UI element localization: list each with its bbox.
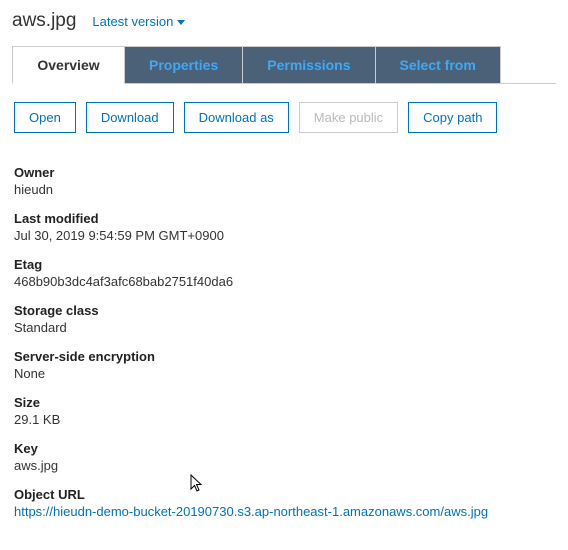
tab-properties[interactable]: Properties: [125, 46, 243, 84]
field-label: Etag: [14, 257, 554, 272]
field-storage-class: Storage class Standard: [14, 303, 554, 335]
object-url-link[interactable]: https://hieudn-demo-bucket-20190730.s3.a…: [14, 504, 554, 519]
file-title: aws.jpg: [12, 10, 76, 32]
field-value: Standard: [14, 320, 554, 335]
field-label: Last modified: [14, 211, 554, 226]
download-as-button[interactable]: Download as: [184, 102, 289, 133]
field-size: Size 29.1 KB: [14, 395, 554, 427]
field-value: hieudn: [14, 182, 554, 197]
overview-details: Owner hieudn Last modified Jul 30, 2019 …: [0, 145, 568, 539]
download-button[interactable]: Download: [86, 102, 174, 133]
action-bar: Open Download Download as Make public Co…: [0, 84, 568, 145]
field-value: aws.jpg: [14, 458, 554, 473]
field-label: Storage class: [14, 303, 554, 318]
version-dropdown[interactable]: Latest version: [92, 14, 185, 29]
field-label: Key: [14, 441, 554, 456]
field-label: Object URL: [14, 487, 554, 502]
tab-overview[interactable]: Overview: [12, 46, 125, 84]
version-label: Latest version: [92, 14, 173, 29]
field-value: 29.1 KB: [14, 412, 554, 427]
copy-path-button[interactable]: Copy path: [408, 102, 497, 133]
field-owner: Owner hieudn: [14, 165, 554, 197]
field-label: Size: [14, 395, 554, 410]
field-key: Key aws.jpg: [14, 441, 554, 473]
make-public-button: Make public: [299, 102, 398, 133]
field-sse: Server-side encryption None: [14, 349, 554, 381]
open-button[interactable]: Open: [14, 102, 76, 133]
field-object-url: Object URL https://hieudn-demo-bucket-20…: [14, 487, 554, 519]
field-last-modified: Last modified Jul 30, 2019 9:54:59 PM GM…: [14, 211, 554, 243]
field-label: Server-side encryption: [14, 349, 554, 364]
tab-select-from[interactable]: Select from: [376, 46, 501, 84]
field-etag: Etag 468b90b3dc4af3afc68bab2751f40da6: [14, 257, 554, 289]
field-value: 468b90b3dc4af3afc68bab2751f40da6: [14, 274, 554, 289]
chevron-down-icon: [177, 20, 185, 25]
tab-permissions[interactable]: Permissions: [243, 46, 375, 84]
tabs: Overview Properties Permissions Select f…: [12, 46, 556, 84]
field-value: Jul 30, 2019 9:54:59 PM GMT+0900: [14, 228, 554, 243]
object-header: aws.jpg Latest version: [0, 0, 568, 46]
field-label: Owner: [14, 165, 554, 180]
field-value: None: [14, 366, 554, 381]
